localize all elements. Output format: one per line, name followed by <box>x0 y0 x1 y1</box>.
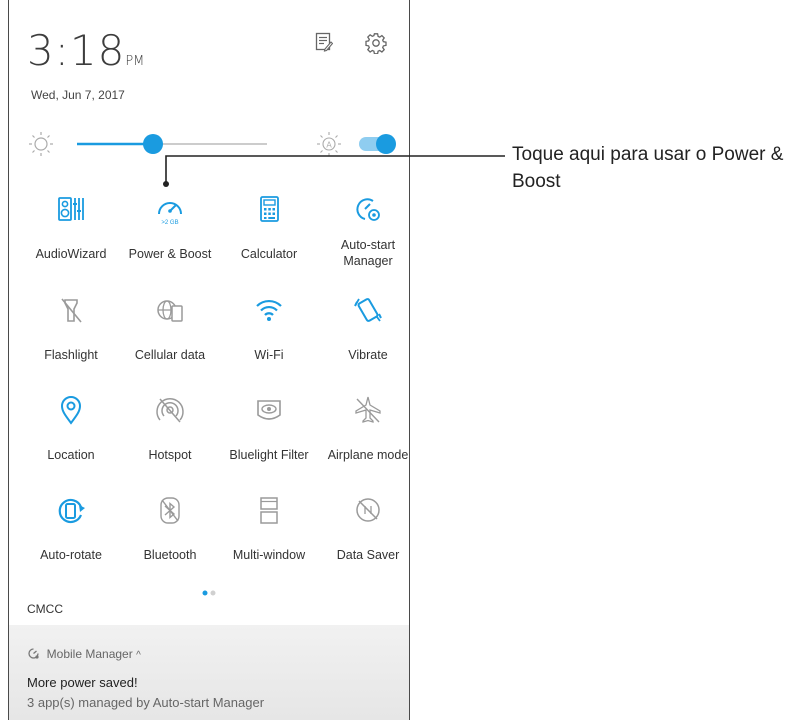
tile-label: Data Saver <box>336 548 400 562</box>
tile-label: Cellular data <box>134 348 206 362</box>
auto-rotate-icon <box>58 498 85 524</box>
tile-label: Bluetooth <box>143 548 197 562</box>
location-pin-icon <box>60 396 82 425</box>
tile-audiowizard[interactable]: AudioWizard <box>23 192 119 274</box>
svg-text:A: A <box>326 141 332 150</box>
tile-label: Bluelight Filter <box>229 448 309 462</box>
svg-text:>2 GB: >2 GB <box>161 220 178 226</box>
vibrate-icon <box>354 298 382 322</box>
tile-auto-start-manager[interactable]: Auto-start Manager <box>320 192 409 274</box>
tile-multi-window[interactable]: Multi-window <box>221 493 317 575</box>
tile-cellular-data[interactable]: Cellular data <box>122 293 218 375</box>
tile-label: Flashlight <box>44 348 98 362</box>
notification-title: More power saved! <box>27 675 138 690</box>
tile-label: Power & Boost <box>128 247 212 261</box>
tile-label: Calculator <box>240 247 298 261</box>
tile-label: Multi-window <box>232 548 306 562</box>
tile-power-boost[interactable]: >2 GB Power & Boost <box>122 192 218 274</box>
tile-airplane-mode[interactable]: Airplane mode <box>320 393 409 475</box>
airplane-icon <box>355 396 381 423</box>
brightness-sun-icon <box>29 132 53 156</box>
notes-icon[interactable] <box>315 32 333 52</box>
tile-label: Hotspot <box>148 448 192 462</box>
clock: 3:18PM <box>27 26 144 75</box>
expand-chevron-icon[interactable]: ^ <box>136 650 141 661</box>
settings-gear-icon[interactable] <box>365 32 387 54</box>
tile-label: Location <box>47 448 95 462</box>
brightness-row: A <box>9 126 409 162</box>
tile-label: Airplane mode <box>327 448 409 462</box>
tile-vibrate[interactable]: Vibrate <box>320 293 409 375</box>
tile-location[interactable]: Location <box>23 393 119 475</box>
page-dot-active <box>202 590 208 596</box>
bluelight-filter-icon <box>257 400 281 420</box>
auto-start-manager-icon <box>356 198 380 221</box>
carrier-name: CMCC <box>27 602 63 616</box>
tile-hotspot[interactable]: Hotspot <box>122 393 218 475</box>
quick-settings-panel: 3:18PM Wed, Jun 7, 2017 A AudioWizard >2… <box>8 0 410 720</box>
calculator-icon <box>260 196 279 222</box>
tile-flashlight[interactable]: Flashlight <box>23 293 119 375</box>
bluetooth-off-icon <box>160 497 180 524</box>
hotspot-off-icon <box>156 397 184 423</box>
brightness-slider-thumb <box>143 134 163 154</box>
tile-bluetooth[interactable]: Bluetooth <box>122 493 218 575</box>
auto-brightness-toggle[interactable] <box>359 134 396 154</box>
clock-ampm: PM <box>125 54 145 69</box>
tile-data-saver[interactable]: Data Saver <box>320 493 409 575</box>
notification-app-row: Mobile Manager ^ <box>27 647 141 663</box>
flashlight-off-icon <box>61 298 82 323</box>
cellular-data-icon <box>157 300 183 322</box>
tile-calculator[interactable]: Calculator <box>221 192 317 274</box>
notification-body: 3 app(s) managed by Auto-start Manager <box>27 695 265 710</box>
page-indicator <box>202 590 216 596</box>
multi-window-icon <box>260 497 278 524</box>
tile-label: Auto-rotate <box>40 548 102 562</box>
page-dot <box>210 590 216 596</box>
wifi-icon <box>256 299 282 321</box>
mobile-manager-icon <box>27 647 40 663</box>
tile-label: AudioWizard <box>35 247 107 261</box>
tile-label: Auto-start Manager <box>340 238 396 268</box>
clock-time: 3:18 <box>27 26 126 75</box>
notification-app-name: Mobile Manager <box>46 647 133 661</box>
tile-label: Wi-Fi <box>254 348 284 362</box>
brightness-slider[interactable] <box>77 134 267 154</box>
data-saver-off-icon <box>356 498 380 522</box>
tile-bluelight-filter[interactable]: Bluelight Filter <box>221 393 317 475</box>
callout-text: Toque aqui para usar o Power & Boost <box>512 144 784 192</box>
notification-card[interactable]: Mobile Manager ^ More power saved! 3 app… <box>9 625 409 720</box>
auto-brightness-icon: A <box>317 132 341 156</box>
date: Wed, Jun 7, 2017 <box>31 88 125 102</box>
tile-wi-fi[interactable]: Wi-Fi <box>221 293 317 375</box>
tile-label: Vibrate <box>348 348 388 362</box>
audio-wizard-icon <box>58 197 84 221</box>
power-boost-gauge-icon: >2 GB <box>158 202 182 226</box>
tile-auto-rotate[interactable]: Auto-rotate <box>23 493 119 575</box>
